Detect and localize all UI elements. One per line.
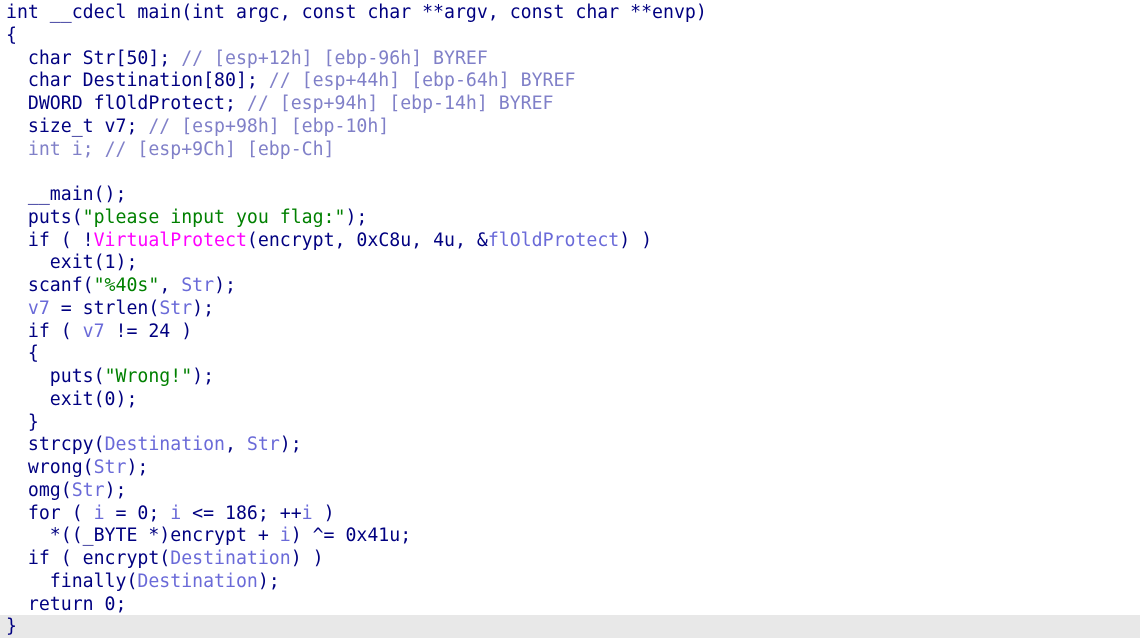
code-line[interactable]: wrong(Str);	[6, 456, 1140, 479]
code-token[interactable]: *((_BYTE *)encrypt +	[6, 525, 280, 546]
code-token[interactable]: != 24 )	[105, 321, 193, 342]
code-token[interactable]: size_t v7;	[6, 116, 148, 137]
code-token[interactable]: {	[6, 25, 17, 46]
code-line[interactable]: char Str[50]; // [esp+12h] [ebp-96h] BYR…	[6, 47, 1140, 70]
code-token[interactable]: ) )	[619, 230, 652, 251]
code-token[interactable]: puts(	[6, 207, 83, 228]
code-token[interactable]: if ( !	[6, 230, 94, 251]
variable-token[interactable]: Str	[72, 480, 105, 501]
code-line[interactable]: {	[6, 342, 1140, 365]
code-line[interactable]: if ( encrypt(Destination) )	[6, 547, 1140, 570]
code-line[interactable]: if ( !VirtualProtect(encrypt, 0xC8u, 4u,…	[6, 229, 1140, 252]
variable-token[interactable]: i	[302, 503, 313, 524]
code-token[interactable]: );	[214, 275, 236, 296]
code-line[interactable]: puts("please input you flag:");	[6, 206, 1140, 229]
variable-token[interactable]: flOldProtect	[488, 230, 619, 251]
code-token[interactable]: );	[258, 571, 280, 592]
comment-token[interactable]: // [esp+44h] [ebp-64h] BYREF	[269, 70, 576, 91]
code-token[interactable]: __main();	[6, 184, 127, 205]
code-token[interactable]: omg(	[6, 480, 72, 501]
variable-token[interactable]: Str	[181, 275, 214, 296]
code-token[interactable]: );	[192, 298, 214, 319]
code-token[interactable]: if (	[6, 321, 83, 342]
code-token[interactable]: = strlen(	[50, 298, 160, 319]
variable-token[interactable]: Destination	[105, 434, 225, 455]
code-token[interactable]: wrong(	[6, 457, 94, 478]
code-line[interactable]: __main();	[6, 183, 1140, 206]
code-line[interactable]: int __cdecl main(int argc, const char **…	[6, 1, 1140, 24]
code-token[interactable]: char Str[50];	[6, 48, 181, 69]
code-line[interactable]: omg(Str);	[6, 479, 1140, 502]
code-token[interactable]: )	[313, 503, 335, 524]
code-line-current[interactable]: }	[0, 615, 1140, 639]
variable-token[interactable]: Destination	[137, 571, 257, 592]
code-token[interactable]: char Destination[80];	[6, 70, 269, 91]
variable-token[interactable]: Str	[94, 457, 127, 478]
code-token[interactable]: strcpy(	[6, 434, 105, 455]
code-token[interactable]: {	[6, 343, 39, 364]
code-token[interactable]: = 0;	[105, 503, 171, 524]
code-line[interactable]: size_t v7; // [esp+98h] [ebp-10h]	[6, 115, 1140, 138]
code-token[interactable]: ,	[159, 275, 181, 296]
code-token[interactable]	[6, 298, 28, 319]
variable-token[interactable]: i	[170, 503, 181, 524]
code-token[interactable]: }	[6, 412, 39, 433]
pseudocode-view[interactable]: int __cdecl main(int argc, const char **…	[0, 0, 1140, 644]
import-function-token[interactable]: VirtualProtect	[94, 230, 247, 251]
comment-token[interactable]: // [esp+12h] [ebp-96h] BYREF	[181, 48, 488, 69]
code-line[interactable]: finally(Destination);	[6, 570, 1140, 593]
code-token[interactable]: finally(	[6, 571, 138, 592]
comment-token[interactable]: // [esp+9Ch] [ebp-Ch]	[105, 139, 335, 160]
code-line[interactable]: exit(0);	[6, 388, 1140, 411]
code-token[interactable]: exit(0);	[6, 389, 138, 410]
code-line[interactable]: }	[6, 411, 1140, 434]
code-line[interactable]	[6, 160, 1140, 183]
code-token[interactable]: int __cdecl main(int argc, const char **…	[6, 2, 707, 23]
code-line[interactable]: if ( v7 != 24 )	[6, 320, 1140, 343]
code-token[interactable]: return 0;	[6, 594, 127, 615]
code-token[interactable]: );	[280, 434, 302, 455]
code-line[interactable]: scanf("%40s", Str);	[6, 274, 1140, 297]
code-token[interactable]: ) ^= 0x41u;	[291, 525, 411, 546]
code-line[interactable]: exit(1);	[6, 251, 1140, 274]
code-token[interactable]: for (	[6, 503, 94, 524]
code-line[interactable]: {	[6, 24, 1140, 47]
variable-token[interactable]: v7	[28, 298, 50, 319]
variable-token[interactable]: Destination	[170, 548, 290, 569]
code-token[interactable]: (encrypt, 0xC8u, 4u, &	[247, 230, 488, 251]
string-literal[interactable]: "%40s"	[94, 275, 160, 296]
code-line[interactable]: char Destination[80]; // [esp+44h] [ebp-…	[6, 69, 1140, 92]
code-token[interactable]: exit(1);	[6, 252, 138, 273]
code-line[interactable]: puts("Wrong!");	[6, 365, 1140, 388]
code-line[interactable]: DWORD flOldProtect; // [esp+94h] [ebp-14…	[6, 92, 1140, 115]
comment-token[interactable]: int i;	[6, 139, 105, 160]
code-token[interactable]: if ( encrypt(	[6, 548, 170, 569]
code-token[interactable]: puts(	[6, 366, 105, 387]
code-token[interactable]: }	[6, 616, 17, 637]
variable-token[interactable]: v7	[83, 321, 105, 342]
code-token[interactable]: );	[105, 480, 127, 501]
code-token[interactable]: DWORD flOldProtect;	[6, 93, 247, 114]
comment-token[interactable]: // [esp+94h] [ebp-14h] BYREF	[247, 93, 554, 114]
variable-token[interactable]: Str	[247, 434, 280, 455]
code-line[interactable]: int i; // [esp+9Ch] [ebp-Ch]	[6, 138, 1140, 161]
comment-token[interactable]: // [esp+98h] [ebp-10h]	[148, 116, 389, 137]
variable-token[interactable]: Str	[159, 298, 192, 319]
code-line[interactable]: for ( i = 0; i <= 186; ++i )	[6, 502, 1140, 525]
string-literal[interactable]: "please input you flag:"	[83, 207, 346, 228]
string-literal[interactable]: "Wrong!"	[105, 366, 193, 387]
code-token[interactable]: scanf(	[6, 275, 94, 296]
code-token[interactable]: ,	[225, 434, 247, 455]
code-line[interactable]: v7 = strlen(Str);	[6, 297, 1140, 320]
variable-token[interactable]: i	[280, 525, 291, 546]
variable-token[interactable]: i	[94, 503, 105, 524]
code-line[interactable]: return 0;	[6, 593, 1140, 616]
code-token[interactable]: <= 186; ++	[181, 503, 302, 524]
code-line[interactable]: *((_BYTE *)encrypt + i) ^= 0x41u;	[6, 524, 1140, 547]
code-token[interactable]: );	[192, 366, 214, 387]
code-token[interactable]: ) )	[291, 548, 324, 569]
code-token[interactable]: );	[345, 207, 367, 228]
code-token[interactable]: );	[126, 457, 148, 478]
code-line[interactable]: strcpy(Destination, Str);	[6, 433, 1140, 456]
